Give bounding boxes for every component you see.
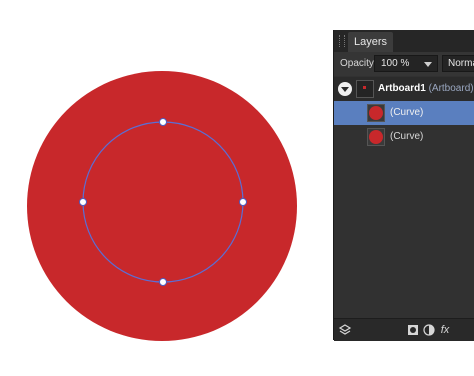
opacity-label: Opacity: [340,58,377,69]
artboard-label: Artboard1 (Artboard) [378,83,474,94]
curve-thumbnail [367,104,385,122]
tab-layers[interactable]: Layers [348,32,394,52]
fx-icon[interactable]: fx [438,323,452,337]
blend-mode-dropdown[interactable]: Normal [442,55,474,72]
curve-node-right[interactable] [239,198,247,206]
layer-label: (Curve) [390,107,424,118]
mask-icon[interactable] [406,323,420,337]
panel-grip-icon[interactable] [339,35,345,47]
opacity-row: Opacity: 100 % Normal [334,52,474,76]
curve-thumbnail [367,128,385,146]
adjustment-icon[interactable] [422,323,436,337]
artboard-thumbnail [356,80,374,98]
layer-row-curve[interactable]: (Curve) [334,125,474,149]
opacity-dropdown[interactable]: 100 % [374,55,438,72]
curve-node-top[interactable] [159,118,167,126]
artboard-type: (Artboard) [428,83,474,94]
panel-bottom-toolbar: fx [334,318,474,341]
artboard-name: Artboard1 [378,83,426,94]
layers-panel: Layers Opacity: 100 % Normal Artboard1 (… [333,30,474,341]
red-circle-shape[interactable] [27,71,297,341]
layers-stack-icon[interactable] [338,323,352,337]
curve-node-bottom[interactable] [159,278,167,286]
opacity-value: 100 % [381,58,410,69]
layer-label: (Curve) [390,131,424,142]
chevron-down-icon [424,62,432,67]
curve-node-left[interactable] [79,198,87,206]
expand-toggle-icon[interactable] [338,82,352,96]
panel-tab-bar: Layers [334,30,474,52]
layer-row-artboard[interactable]: Artboard1 (Artboard) [334,77,474,102]
layer-row-curve-selected[interactable]: (Curve) [334,101,474,125]
blend-mode-value: Normal [448,58,474,69]
